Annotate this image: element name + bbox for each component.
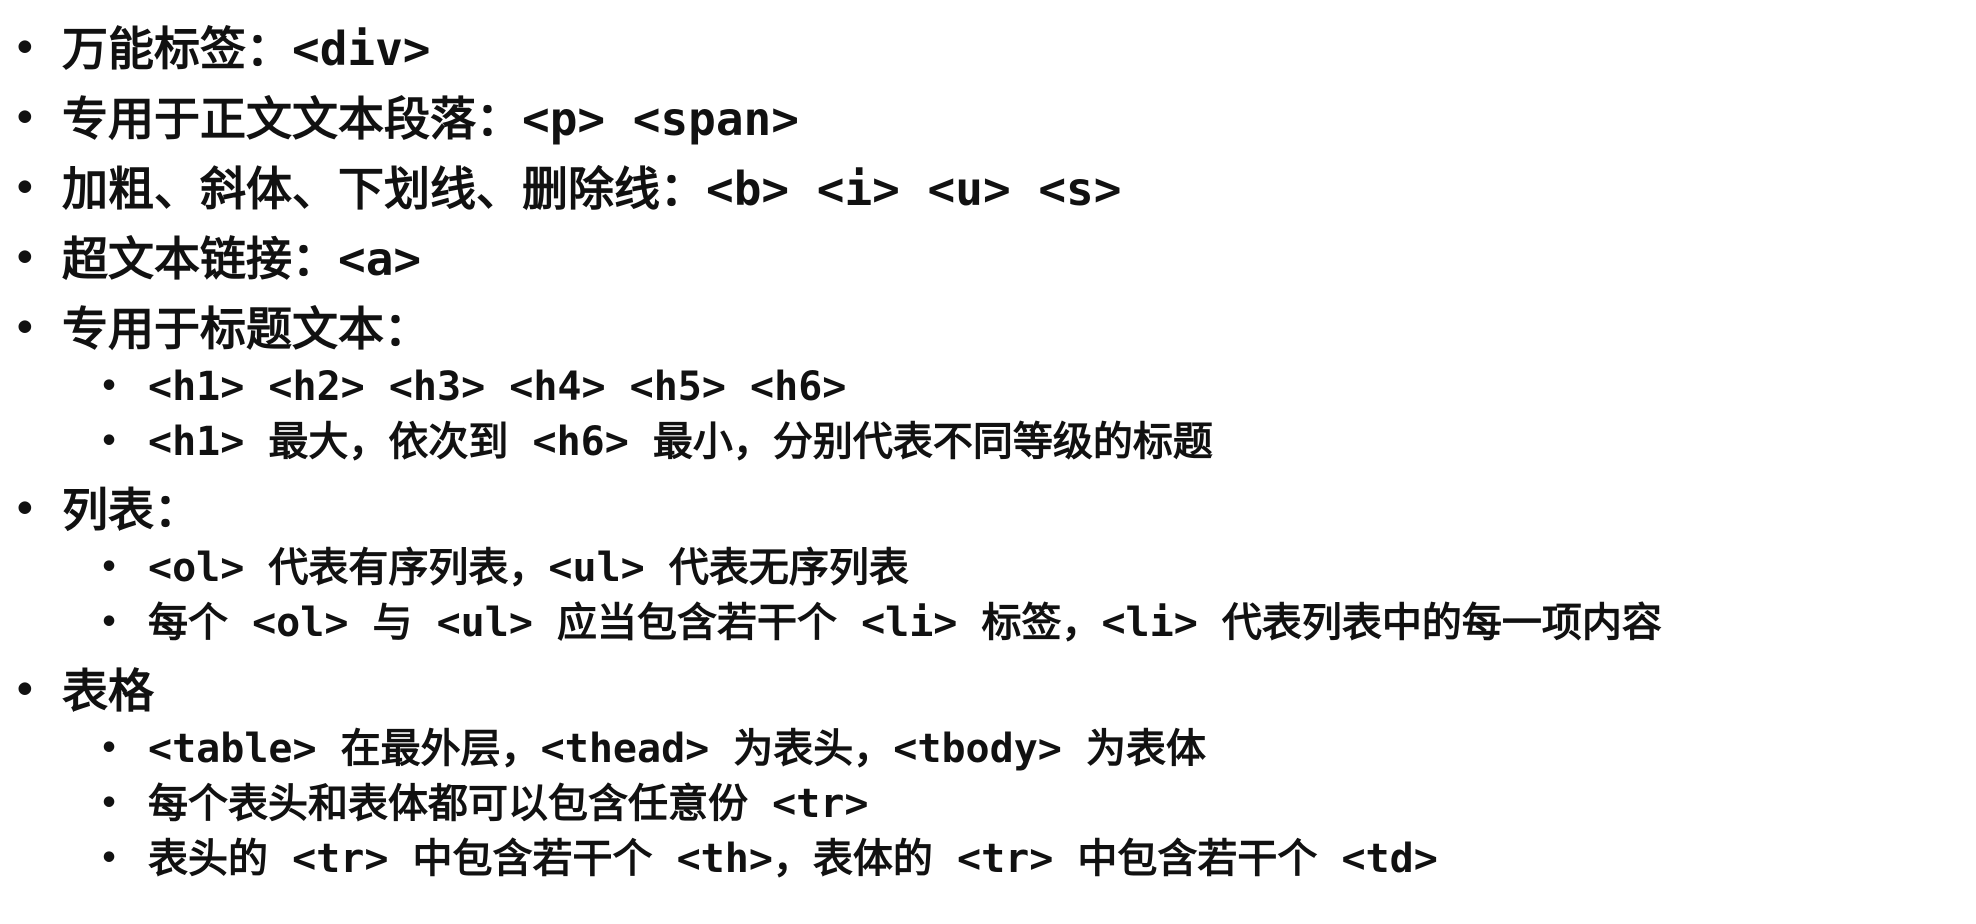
bullet: • (14, 28, 36, 69)
bullet: • (100, 550, 119, 585)
bullet: • (14, 238, 36, 279)
sublist-item-text: 每个 <ol> 与 <ul> 应当包含若干个 <li> 标签，<li> 代表列表… (148, 600, 1662, 646)
list-item-paragraph-tags: • 专用于正文文本段落：<p> <span> (14, 89, 799, 149)
bullet: • (14, 670, 36, 711)
bullet: • (100, 731, 119, 766)
sublist-item-ol-ul: • <ol> 代表有序列表，<ul> 代表无序列表 (100, 542, 909, 594)
sublist-item-text: <h1> 最大，依次到 <h6> 最小，分别代表不同等级的标题 (148, 419, 1213, 465)
list-item-text: 表格 (62, 664, 154, 718)
bullet: • (14, 308, 36, 349)
list-item-universal-tag: • 万能标签：<div> (14, 19, 430, 79)
sublist-item-text: <ol> 代表有序列表，<ul> 代表无序列表 (148, 545, 909, 591)
bullet: • (14, 98, 36, 139)
list-item-text: 专用于标题文本： (62, 302, 430, 356)
list-item-heading-tags: • 专用于标题文本： (14, 299, 430, 359)
bullet: • (14, 489, 36, 530)
bullet: • (14, 168, 36, 209)
bullet: • (100, 841, 119, 876)
bullet: • (100, 786, 119, 821)
sublist-item-table-structure: • <table> 在最外层，<thead> 为表头，<tbody> 为表体 (100, 723, 1206, 775)
list-item-text-style-tags: • 加粗、斜体、下划线、删除线：<b> <i> <u> <s> (14, 159, 1121, 219)
sublist-item-tr: • 每个表头和表体都可以包含任意份 <tr> (100, 778, 868, 830)
list-item-table-tags: • 表格 (14, 661, 154, 721)
list-item-list-tags: • 列表： (14, 480, 200, 540)
sublist-item-heading-size: • <h1> 最大，依次到 <h6> 最小，分别代表不同等级的标题 (100, 416, 1213, 468)
sublist-item-heading-levels: • <h1> <h2> <h3> <h4> <h5> <h6> (100, 361, 846, 413)
list-item-text: 加粗、斜体、下划线、删除线：<b> <i> <u> <s> (62, 162, 1122, 216)
list-item-text: 万能标签：<div> (62, 22, 431, 76)
list-item-text: 超文本链接：<a> (62, 232, 422, 286)
bullet-list-page: • 万能标签：<div> • 专用于正文文本段落：<p> <span> • 加粗… (0, 0, 1976, 924)
sublist-item-text: <h1> <h2> <h3> <h4> <h5> <h6> (148, 364, 847, 410)
sublist-item-text: 每个表头和表体都可以包含任意份 <tr> (148, 781, 869, 827)
list-item-text: 列表： (62, 483, 200, 537)
sublist-item-th-td: • 表头的 <tr> 中包含若干个 <th>，表体的 <tr> 中包含若干个 <… (100, 833, 1438, 885)
list-item-hyperlink-tag: • 超文本链接：<a> (14, 229, 421, 289)
sublist-item-text: 表头的 <tr> 中包含若干个 <th>，表体的 <tr> 中包含若干个 <td… (148, 836, 1438, 882)
bullet: • (100, 605, 119, 640)
sublist-item-text: <table> 在最外层，<thead> 为表头，<tbody> 为表体 (148, 726, 1206, 772)
bullet: • (100, 424, 119, 459)
list-item-text: 专用于正文文本段落：<p> <span> (62, 92, 799, 146)
bullet: • (100, 369, 119, 404)
sublist-item-li: • 每个 <ol> 与 <ul> 应当包含若干个 <li> 标签，<li> 代表… (100, 597, 1662, 649)
